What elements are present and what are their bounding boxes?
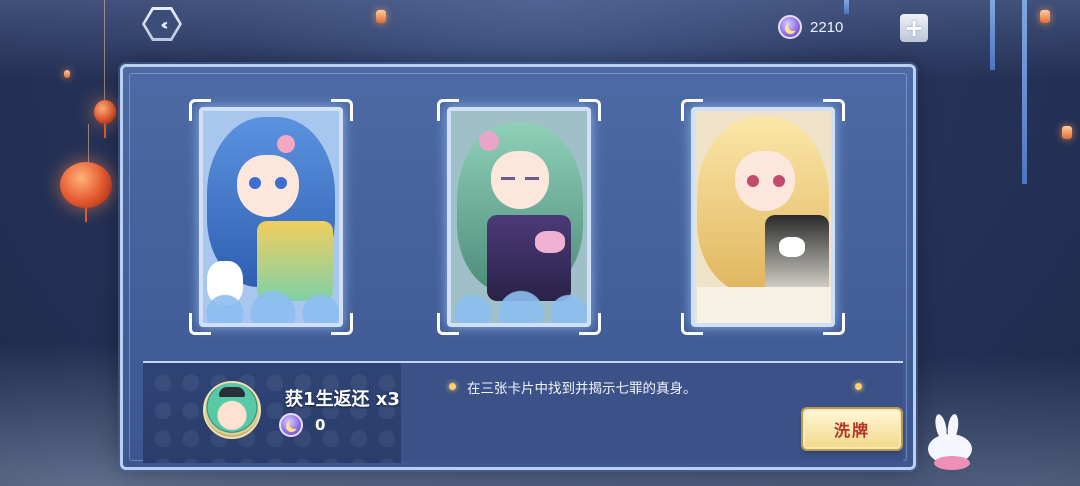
card-art-frame [447, 107, 591, 327]
double-chevron-left-icon: ‹‹ [145, 10, 179, 38]
sky-lantern-icon [64, 70, 70, 78]
bullet-dot [449, 383, 456, 390]
blonde-girl-card[interactable] [681, 99, 845, 335]
currency-display: 2210 [778, 14, 843, 40]
reward-count: 0 [315, 416, 326, 434]
moon-coin-icon [279, 413, 303, 437]
hanging-ribbon [1022, 0, 1027, 184]
red-lantern-icon [60, 162, 112, 208]
sky-lantern-icon [1062, 126, 1072, 139]
card-art-frame [199, 107, 343, 327]
lantern-string [104, 0, 105, 100]
hanging-ribbon [990, 0, 995, 70]
info-bar: 获1生返还 x3 0 在三张卡片中找到并揭示七罪的真身。 洗牌 [143, 361, 903, 463]
lotus-icon [934, 456, 970, 470]
sky-lantern-icon [1040, 10, 1050, 23]
bullet-dot [855, 383, 862, 390]
avatar [203, 381, 261, 439]
reward-title: 获1生返还 x3 [285, 389, 400, 410]
rabbit-decoration [918, 412, 988, 472]
character-portrait [451, 111, 587, 323]
currency-value: 2210 [810, 18, 844, 36]
add-currency-button[interactable]: + [900, 14, 928, 42]
character-portrait [203, 111, 339, 323]
reward-box: 获1生返还 x3 0 [143, 363, 401, 463]
green-haired-girl-card[interactable] [437, 99, 601, 335]
blue-haired-girl-card[interactable] [189, 99, 353, 335]
shuffle-button[interactable]: 洗牌 [803, 409, 901, 449]
flower-icon [277, 135, 295, 153]
back-button[interactable]: ‹‹ [142, 6, 182, 42]
flower-icon [479, 131, 499, 151]
held-rabbit [779, 237, 805, 257]
card-game-panel: 获1生返还 x3 0 在三张卡片中找到并揭示七罪的真身。 洗牌 [120, 64, 916, 470]
lantern-string [88, 124, 89, 164]
sky-lantern-icon [376, 10, 386, 23]
reward-row: 0 [279, 413, 325, 437]
moon-coin-icon [778, 15, 802, 39]
character-portrait [695, 111, 831, 323]
small-lantern-icon [94, 100, 116, 124]
hint-text: 在三张卡片中找到并揭示七罪的真身。 [467, 381, 697, 397]
hanging-ribbon [844, 0, 849, 14]
card-art-frame [691, 107, 835, 327]
